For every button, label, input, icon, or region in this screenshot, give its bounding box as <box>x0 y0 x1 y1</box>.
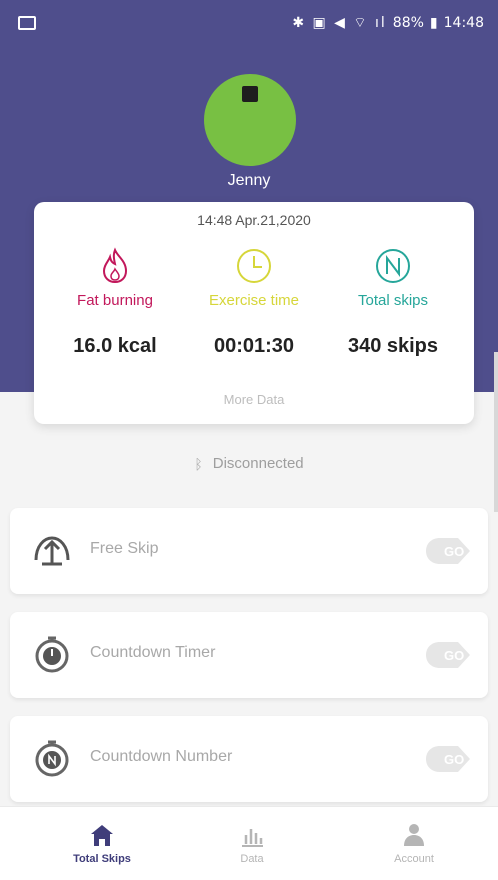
exercise-time-value: 00:01:30 <box>213 335 295 357</box>
mode-free-skip[interactable]: Free Skip GO <box>10 508 488 594</box>
mode-label: Countdown Number <box>90 748 233 765</box>
status-indicators: ✱ ▣ ◀ ⌔ ıl 88% ▮ 14:48 <box>292 14 484 32</box>
stopwatch-icon <box>32 634 72 674</box>
mode-countdown-timer[interactable]: Countdown Timer GO <box>10 612 488 698</box>
count-n-icon <box>373 246 413 286</box>
svg-text:GO: GO <box>444 544 464 559</box>
user-name: Jenny <box>227 172 271 189</box>
bar-chart-icon <box>242 829 263 847</box>
mode-label: Countdown Timer <box>90 644 216 661</box>
connection-status-label: Disconnected <box>212 455 304 472</box>
tab-label: Total Skips <box>73 853 131 865</box>
exercise-time-label: Exercise time <box>208 292 300 309</box>
status-icons: ✱ ▣ ◀ ⌔ ıl <box>292 15 387 31</box>
tab-label: Data <box>240 853 264 865</box>
fat-burning-label: Fat burning <box>77 292 153 309</box>
side-scroll-handle[interactable] <box>494 352 498 512</box>
tab-label: Account <box>394 853 434 865</box>
svg-text:GO: GO <box>444 752 464 767</box>
stat-fat-burning: Fat burning 16.0 kcal <box>42 246 188 358</box>
svg-text:GO: GO <box>444 648 464 663</box>
more-data-link[interactable]: More Data <box>34 392 474 407</box>
tab-data[interactable]: Data <box>192 815 312 865</box>
fat-burning-value: 16.0 kcal <box>73 335 157 357</box>
stat-exercise-time: Exercise time 00:01:30 <box>181 246 327 358</box>
total-skips-value: 340 skips <box>347 335 439 357</box>
stat-total-skips: Total skips 340 skips <box>320 246 466 358</box>
bluetooth-icon: ᛒ <box>194 455 203 472</box>
tab-total-skips[interactable]: Total Skips <box>42 815 162 865</box>
go-arrow-icon[interactable]: GO <box>424 535 472 567</box>
mode-countdown-number[interactable]: Countdown Number GO <box>10 716 488 802</box>
bottom-tab-bar: Total Skips Data Account <box>0 806 498 880</box>
go-arrow-icon[interactable]: GO <box>424 639 472 671</box>
total-skips-label: Total skips <box>357 292 429 309</box>
stats-card: 14:48 Apr.21,2020 Fat burning 16.0 kcal … <box>34 202 474 424</box>
clock-icon <box>234 246 274 286</box>
counter-icon <box>32 738 72 778</box>
user-icon <box>404 824 424 846</box>
gallery-notification-icon <box>18 16 36 30</box>
home-icon <box>91 825 113 846</box>
skip-arrow-icon <box>32 530 72 570</box>
battery-percent: 88% <box>392 15 424 31</box>
connection-status[interactable]: ᛒ Disconnected <box>0 455 498 472</box>
flame-icon <box>95 246 135 286</box>
session-datetime: 14:48 Apr.21,2020 <box>197 212 311 228</box>
clock: 14:48 <box>443 15 484 31</box>
go-arrow-icon[interactable]: GO <box>424 743 472 775</box>
avatar[interactable] <box>204 74 296 166</box>
mode-label: Free Skip <box>90 540 159 557</box>
tab-account[interactable]: Account <box>354 815 474 865</box>
status-bar: ✱ ▣ ◀ ⌔ ıl 88% ▮ 14:48 <box>0 0 498 48</box>
avatar-badge-icon <box>242 86 258 102</box>
battery-icon: ▮ <box>429 15 438 31</box>
